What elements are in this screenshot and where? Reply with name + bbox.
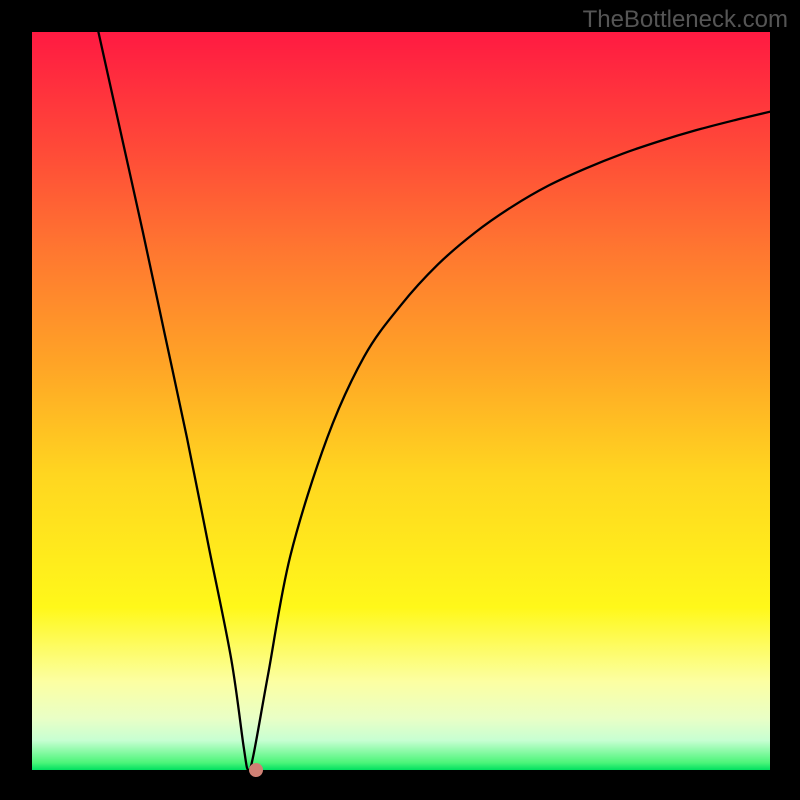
- watermark-text: TheBottleneck.com: [583, 6, 788, 34]
- chart-container: TheBottleneck.com: [0, 0, 800, 800]
- optimal-point-marker: [249, 763, 263, 777]
- bottleneck-curve: [32, 32, 770, 770]
